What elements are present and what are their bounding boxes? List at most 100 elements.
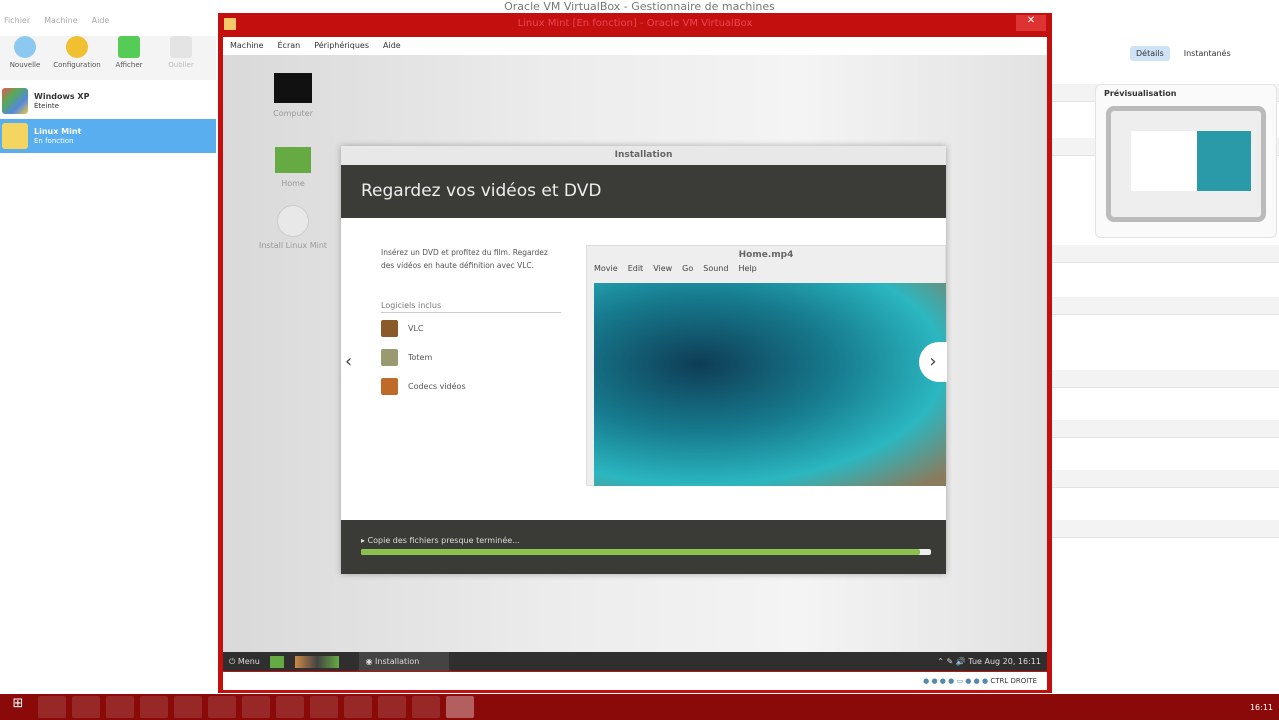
- menu-movie[interactable]: Movie: [594, 264, 618, 273]
- vm-window: Linux Mint [En fonction] - Oracle VM Vir…: [218, 13, 1052, 693]
- vbox-icon: [224, 18, 236, 30]
- view-toggle: Détails Instantanés: [1130, 46, 1237, 61]
- details-button[interactable]: Détails: [1130, 46, 1170, 61]
- taskbar-app[interactable]: [378, 696, 406, 718]
- software-heading: Logiciels inclus: [381, 301, 561, 313]
- preview-panel: Prévisualisation: [1095, 84, 1277, 238]
- vm-list-item[interactable]: Windows XP Éteinte: [0, 84, 216, 118]
- menu-machine[interactable]: Machine: [230, 37, 264, 55]
- settings-button[interactable]: Configuration: [53, 36, 101, 80]
- video-title: Home.mp4: [738, 250, 794, 260]
- taskbar-app[interactable]: [276, 696, 304, 718]
- menu-aide[interactable]: Aide: [383, 37, 401, 55]
- arrow-right-icon: [118, 36, 140, 58]
- vm-window-title: Linux Mint [En fonction] - Oracle VM Vir…: [517, 18, 753, 29]
- icon-label: Install Linux Mint: [258, 241, 328, 250]
- start-button[interactable]: ⊞: [4, 696, 32, 718]
- video-frame: [594, 283, 946, 486]
- preview-thumbnail: [1106, 106, 1266, 222]
- menu-label: Menu: [237, 657, 260, 666]
- software-label: VLC: [408, 324, 424, 333]
- menu-machine[interactable]: Machine: [44, 16, 78, 25]
- software-label: Totem: [408, 353, 433, 362]
- menu-edit[interactable]: Edit: [628, 264, 644, 273]
- show-desktop-icon[interactable]: [270, 655, 285, 668]
- slide-heading: Regardez vos vidéos et DVD: [341, 165, 946, 218]
- discard-button[interactable]: Oublier: [158, 36, 204, 80]
- menu-fichier[interactable]: Fichier: [4, 16, 30, 25]
- desktop-icon-computer[interactable]: Computer: [253, 73, 333, 118]
- new-icon: [14, 36, 36, 58]
- new-label: Nouvelle: [9, 61, 41, 69]
- progress-bar: [361, 549, 931, 555]
- taskbar-app[interactable]: [310, 696, 338, 718]
- task-label: Installation: [375, 657, 420, 666]
- menu-go[interactable]: Go: [682, 264, 693, 273]
- vm-name: Linux Mint: [34, 126, 82, 136]
- clock[interactable]: ⌃ ✎ 🔊 Tue Aug 20, 16:11: [937, 652, 1041, 671]
- menu-sound[interactable]: Sound: [703, 264, 728, 273]
- system-clock[interactable]: 16:11: [1250, 703, 1273, 712]
- status-icons: ● ● ● ● ▭ ● ● ●: [923, 677, 991, 685]
- taskbar-app[interactable]: [72, 696, 100, 718]
- desktop-icon-home[interactable]: Home: [253, 147, 333, 188]
- preview-title: Prévisualisation: [1104, 89, 1177, 98]
- menu-peripheriques[interactable]: Périphériques: [314, 37, 369, 55]
- progress-text: Copie des fichiers presque terminée...: [367, 536, 520, 545]
- progress-fill: [361, 549, 920, 555]
- taskbar-app-virtualbox[interactable]: [446, 696, 474, 718]
- taskbar-item-installation[interactable]: ◉ Installation: [359, 652, 450, 671]
- video-menu: Movie Edit View Go Sound Help: [587, 264, 945, 273]
- previous-slide-button[interactable]: ‹: [345, 351, 352, 372]
- taskbar-app[interactable]: [174, 696, 202, 718]
- software-item: VLC: [381, 320, 561, 337]
- launcher-icons[interactable]: [294, 655, 339, 668]
- menu-ecran[interactable]: Écran: [278, 37, 301, 55]
- windows-taskbar: ⊞ 16:11: [0, 694, 1279, 720]
- slide-description: Insérez un DVD et profitez du film. Rega…: [381, 248, 548, 270]
- computer-icon: [274, 73, 312, 103]
- menu-button[interactable]: ⏻ Menu: [223, 657, 260, 666]
- installer-window: Installation Regardez vos vidéos et DVD …: [341, 146, 947, 574]
- icon-label: Home: [281, 179, 305, 188]
- taskbar-app[interactable]: [344, 696, 372, 718]
- desktop-icon-install[interactable]: Install Linux Mint: [248, 205, 338, 250]
- taskbar-app[interactable]: [106, 696, 134, 718]
- menu-view[interactable]: View: [653, 264, 672, 273]
- software-item: Codecs vidéos: [381, 378, 561, 395]
- vm-name: Windows XP: [34, 91, 90, 101]
- show-button[interactable]: Afficher: [106, 36, 152, 80]
- disc-icon: [277, 205, 309, 237]
- video-player-window: Home.mp4 Movie Edit View Go Sound Help: [586, 245, 946, 486]
- software-item: Totem: [381, 349, 561, 366]
- software-label: Codecs vidéos: [408, 382, 466, 391]
- guest-panel: ⏻ Menu ◉ Installation ⌃ ✎ 🔊 Tue Aug 20, …: [223, 652, 1047, 671]
- windows-xp-icon: [2, 88, 28, 114]
- vlc-icon: [381, 320, 398, 337]
- taskbar-app[interactable]: [208, 696, 236, 718]
- taskbar-app[interactable]: [242, 696, 270, 718]
- taskbar-app[interactable]: [412, 696, 440, 718]
- new-button[interactable]: Nouvelle: [2, 36, 48, 80]
- guest-screen: Computer Home Install Linux Mint Install…: [223, 55, 1047, 652]
- vm-state: Éteinte: [34, 101, 59, 110]
- taskbar-app[interactable]: [140, 696, 168, 718]
- arrow-down-icon: [170, 36, 192, 58]
- snapshots-button[interactable]: Instantanés: [1178, 46, 1237, 61]
- show-label: Afficher: [115, 61, 143, 69]
- clock-text: Tue Aug 20, 16:11: [968, 657, 1041, 666]
- host-key-indicator: ● ● ● ● ▭ ● ● ● CTRL DROITE: [923, 672, 1037, 690]
- menu-aide[interactable]: Aide: [92, 16, 110, 25]
- codecs-icon: [381, 378, 398, 395]
- close-button[interactable]: ✕: [1016, 15, 1046, 31]
- menu-help[interactable]: Help: [738, 264, 756, 273]
- home-icon: [275, 147, 311, 173]
- linux-mint-icon: [2, 123, 28, 149]
- vm-menu: Machine Écran Périphériques Aide: [223, 37, 1047, 55]
- discard-label: Oublier: [168, 61, 194, 69]
- host-key-label: CTRL DROITE: [990, 677, 1037, 685]
- vm-list-item-selected[interactable]: Linux Mint En fonction: [0, 119, 216, 153]
- taskbar-app[interactable]: [38, 696, 66, 718]
- vm-state: En fonction: [34, 136, 74, 145]
- installer-title: Installation: [341, 146, 946, 165]
